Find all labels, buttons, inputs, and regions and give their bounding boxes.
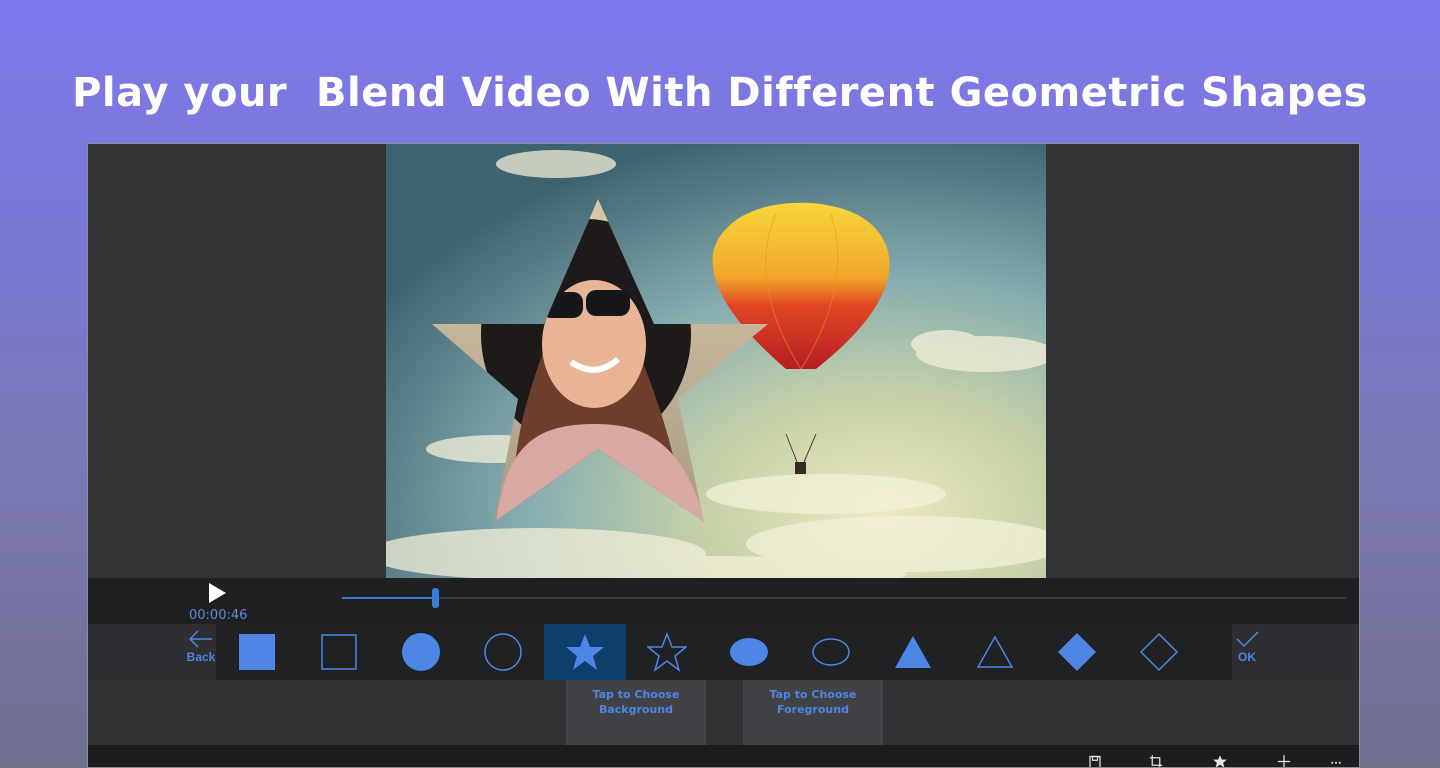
choose-foreground-label: Tap to Choose Foreground [743, 687, 883, 717]
choose-foreground-line2: Foreground [777, 703, 849, 716]
video-preview[interactable] [386, 144, 1046, 578]
ellipse-outline-icon [812, 638, 850, 666]
shape-toolbar: Back OK [88, 624, 1359, 680]
shape-star-outline[interactable] [626, 624, 708, 680]
canvas-area [88, 144, 1359, 578]
favorite-button[interactable] [1208, 754, 1232, 767]
ok-button[interactable]: OK [1227, 628, 1267, 676]
arrow-left-icon [188, 630, 212, 648]
add-icon [1277, 755, 1291, 767]
blend-preview-image [386, 144, 1046, 578]
shape-diamond-filled[interactable] [1036, 624, 1118, 680]
choose-background-line1: Tap to Choose [592, 688, 680, 701]
choose-panel: Tap to Choose Background Tap to Choose F… [88, 680, 1359, 745]
app-window: 00:00:46 Back OK Tap to Choose Backgroun… [87, 143, 1360, 768]
seek-progress [342, 597, 436, 599]
shape-diamond-outline[interactable] [1118, 624, 1200, 680]
app-bar [88, 745, 1359, 767]
page-headline: Play your Blend Video With Different Geo… [72, 70, 1368, 116]
save-icon [1089, 755, 1101, 767]
star-icon [1213, 755, 1227, 767]
save-button[interactable] [1083, 754, 1107, 767]
playback-time: 00:00:46 [189, 608, 248, 623]
shape-ellipse-filled[interactable] [708, 624, 790, 680]
star-outline-icon [647, 632, 687, 672]
square-filled-icon [239, 634, 275, 670]
choose-background-line2: Background [598, 703, 674, 716]
more-icon [1331, 761, 1341, 764]
player-bar: 00:00:46 [88, 578, 1359, 624]
shape-ellipse-outline[interactable] [790, 624, 872, 680]
crop-icon [1149, 755, 1163, 767]
crop-button[interactable] [1144, 754, 1168, 767]
seek-thumb[interactable] [432, 588, 440, 608]
checkmark-icon [1236, 631, 1259, 648]
diamond-filled-icon [1058, 633, 1096, 671]
ok-label: OK [1238, 650, 1256, 664]
triangle-filled-icon [895, 636, 931, 668]
choose-foreground-line1: Tap to Choose [769, 688, 857, 701]
shape-star-filled[interactable] [544, 624, 626, 680]
diamond-outline-icon [1139, 632, 1179, 672]
shape-strip [216, 624, 1232, 680]
back-button[interactable]: Back [181, 628, 221, 676]
triangle-outline-icon [976, 635, 1014, 668]
choose-background-button[interactable]: Tap to Choose Background [566, 680, 706, 745]
choose-foreground-button[interactable]: Tap to Choose Foreground [743, 680, 883, 745]
add-button[interactable] [1272, 754, 1296, 767]
more-button[interactable] [1324, 754, 1348, 767]
shape-circle-outline[interactable] [462, 624, 544, 680]
circle-filled-icon [402, 633, 440, 671]
ellipse-filled-icon [730, 638, 768, 666]
shape-circle-filled[interactable] [380, 624, 462, 680]
back-label: Back [186, 650, 216, 664]
square-outline-icon [321, 634, 357, 670]
shape-square-outline[interactable] [298, 624, 380, 680]
shape-triangle-outline[interactable] [954, 624, 1036, 680]
play-icon [209, 583, 226, 603]
play-button[interactable] [206, 581, 228, 605]
star-filled-icon [566, 634, 604, 670]
seek-track[interactable] [342, 588, 1346, 608]
circle-outline-icon [484, 633, 522, 671]
shape-square-filled[interactable] [216, 624, 298, 680]
choose-background-label: Tap to Choose Background [566, 687, 706, 717]
shape-triangle-filled[interactable] [872, 624, 954, 680]
